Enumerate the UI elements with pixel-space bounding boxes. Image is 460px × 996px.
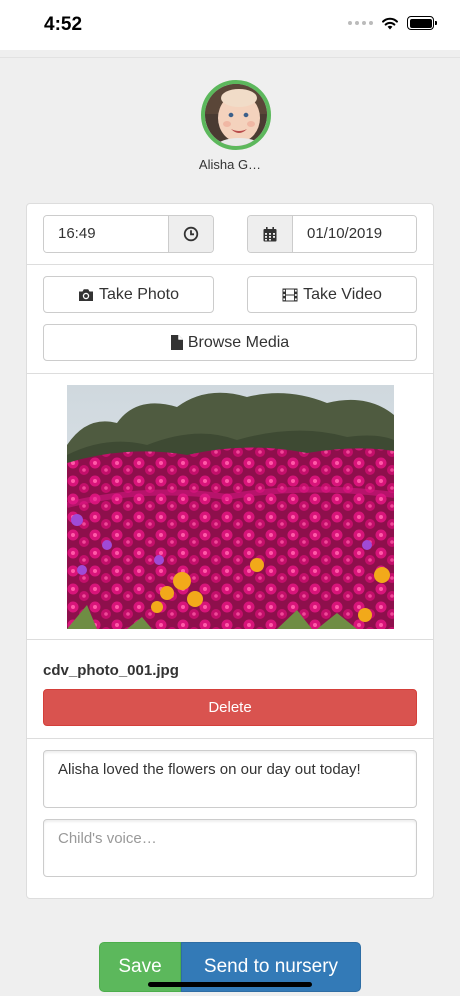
date-field[interactable]: 01/10/2019 [247,215,417,253]
browse-media-label: Browse Media [187,333,290,351]
wifi-icon [382,17,398,30]
signal-dots-icon [348,21,373,25]
browse-media-button[interactable]: Browse Media [43,324,417,361]
film-icon [282,288,298,301]
media-filename: cdv_photo_001.jpg [43,662,179,679]
child-name: Alisha G… [198,157,262,172]
calendar-icon[interactable] [248,216,293,252]
home-indicator [148,982,312,987]
observation-card: 16:49 01/10/2019 Take Photo Take Video B… [26,203,434,899]
divider [27,738,433,739]
take-video-label: Take Video [303,285,382,303]
take-video-button[interactable]: Take Video [247,276,417,313]
take-photo-button[interactable]: Take Photo [43,276,214,313]
battery-icon [407,16,437,30]
child-voice-textarea[interactable]: Child's voice… [43,819,417,877]
observation-textarea[interactable]: Alisha loved the flowers on our day out … [43,750,417,808]
photo-preview [67,385,394,629]
time-field[interactable]: 16:49 [43,215,214,253]
divider [27,373,433,374]
flower-photo [67,385,394,629]
date-value[interactable]: 01/10/2019 [293,216,416,252]
status-time: 4:52 [44,14,83,35]
camera-icon [78,288,93,301]
child-avatar[interactable] [201,80,271,150]
file-icon [170,335,183,350]
status-icons [348,16,437,30]
time-value[interactable]: 16:49 [44,216,168,252]
status-bar: 4:52 [0,0,460,50]
take-photo-label: Take Photo [98,285,180,303]
header-divider [0,57,460,58]
delete-button[interactable]: Delete [43,689,417,726]
divider [27,639,433,640]
clock-icon[interactable] [168,216,213,252]
baby-photo [205,84,267,146]
divider [27,264,433,265]
